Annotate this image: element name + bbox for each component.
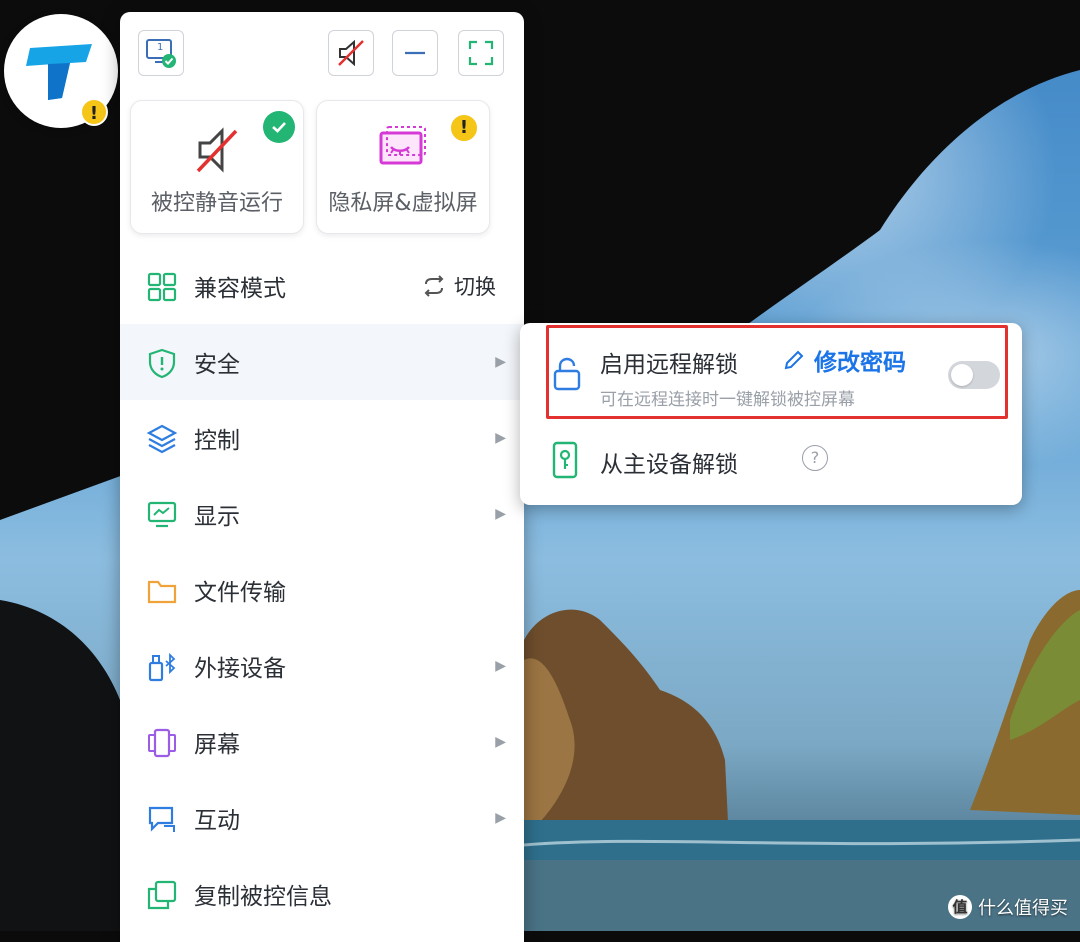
todesk-logo-icon — [26, 44, 92, 100]
lock-icon — [553, 357, 581, 391]
master-device-unlock-item[interactable]: 从主设备解锁 — [600, 445, 738, 479]
menu-item-screen[interactable]: 屏幕 ▶ — [120, 704, 524, 780]
app-logo-button[interactable]: ! — [4, 14, 118, 128]
monitor-switch-button[interactable]: 1 — [138, 30, 184, 76]
minimize-icon — [405, 51, 425, 55]
chevron-right-icon: ▶ — [495, 430, 506, 446]
remote-unlock-description: 可在远程连接时一键解锁被控屏幕 — [600, 390, 855, 410]
enabled-check-icon — [263, 111, 295, 143]
site-watermark: 值 什么值得买 — [948, 894, 1068, 920]
menu-item-label: 安全 — [194, 352, 240, 378]
chevron-right-icon: ▶ — [495, 810, 506, 826]
menu-item-security[interactable]: 安全 ▶ — [120, 324, 524, 400]
warning-badge: ! — [80, 98, 108, 126]
menu-item-label: 屏幕 — [194, 732, 240, 758]
menu-item-label: 兼容模式 — [194, 276, 286, 302]
watermark-logo: 值 — [948, 895, 972, 919]
shield-icon — [148, 348, 176, 379]
pencil-icon — [784, 350, 804, 370]
menu-item-display[interactable]: 显示 ▶ — [120, 476, 524, 552]
remote-unlock-toggle[interactable] — [948, 361, 1000, 389]
switch-mode-button[interactable]: 切换 — [422, 271, 496, 301]
fullscreen-button[interactable] — [458, 30, 504, 76]
menu-item-external-devices[interactable]: 外接设备 ▶ — [120, 628, 524, 704]
layers-icon — [146, 424, 178, 454]
menu-item-label: 互动 — [194, 808, 240, 834]
menu-item-label: 控制 — [194, 428, 240, 454]
menu-item-compat-mode[interactable]: 兼容模式 切换 — [120, 248, 524, 324]
usb-bluetooth-icon — [148, 652, 176, 682]
speaker-muted-icon — [196, 127, 238, 173]
monitor-number: 1 — [157, 42, 164, 53]
privacy-screen-icon — [379, 126, 426, 165]
switch-label: 切换 — [454, 275, 496, 299]
change-password-label: 修改密码 — [814, 350, 906, 376]
chevron-right-icon: ▶ — [495, 354, 506, 370]
card-label: 隐私屏&虚拟屏 — [328, 191, 478, 216]
privacy-screen-card[interactable]: ! 隐私屏&虚拟屏 — [316, 100, 490, 234]
card-label: 被控静音运行 — [150, 191, 283, 216]
security-submenu: 启用远程解锁 修改密码 可在远程连接时一键解锁被控屏幕 从主设备解锁 ? — [520, 323, 1022, 505]
menu-item-label: 复制被控信息 — [194, 884, 332, 910]
menu-item-label: 外接设备 — [194, 656, 286, 682]
chevron-right-icon: ▶ — [495, 658, 506, 674]
mute-button[interactable] — [328, 30, 374, 76]
menu-item-file-transfer[interactable]: 文件传输 — [120, 552, 524, 628]
watermark-text: 什么值得买 — [978, 898, 1068, 919]
fullscreen-icon — [468, 40, 494, 66]
menu-item-control[interactable]: 控制 ▶ — [120, 400, 524, 476]
phone-key-icon — [552, 441, 578, 479]
change-password-link[interactable]: 修改密码 — [782, 343, 906, 377]
menu-item-label: 显示 — [194, 504, 240, 530]
minimize-button[interactable] — [392, 30, 438, 76]
menu-item-interaction[interactable]: 互动 ▶ — [120, 780, 524, 856]
menu-item-copy-info[interactable]: 复制被控信息 — [120, 856, 524, 932]
remote-control-menu: 1 被控静音运行 ! 隐私屏&虚拟屏 兼容模式 切换 安全 ▶ 控制 ▶ 显示 … — [120, 12, 524, 942]
chat-screen-icon — [148, 806, 175, 832]
toggle-knob — [951, 364, 973, 386]
speaker-muted-icon — [338, 39, 364, 67]
chevron-right-icon: ▶ — [495, 734, 506, 750]
menu-item-label: 文件传输 — [194, 580, 286, 606]
help-icon[interactable]: ? — [802, 445, 828, 471]
warning-badge: ! — [449, 113, 479, 143]
screens-icon — [148, 728, 176, 758]
remote-unlock-title: 启用远程解锁 — [600, 352, 738, 378]
chevron-right-icon: ▶ — [495, 506, 506, 522]
folder-icon — [147, 580, 177, 604]
copy-icon — [147, 880, 177, 910]
silent-run-card[interactable]: 被控静音运行 — [130, 100, 304, 234]
monitor-chart-icon — [147, 501, 177, 528]
swap-icon — [424, 275, 444, 297]
grid-icon — [147, 272, 177, 302]
